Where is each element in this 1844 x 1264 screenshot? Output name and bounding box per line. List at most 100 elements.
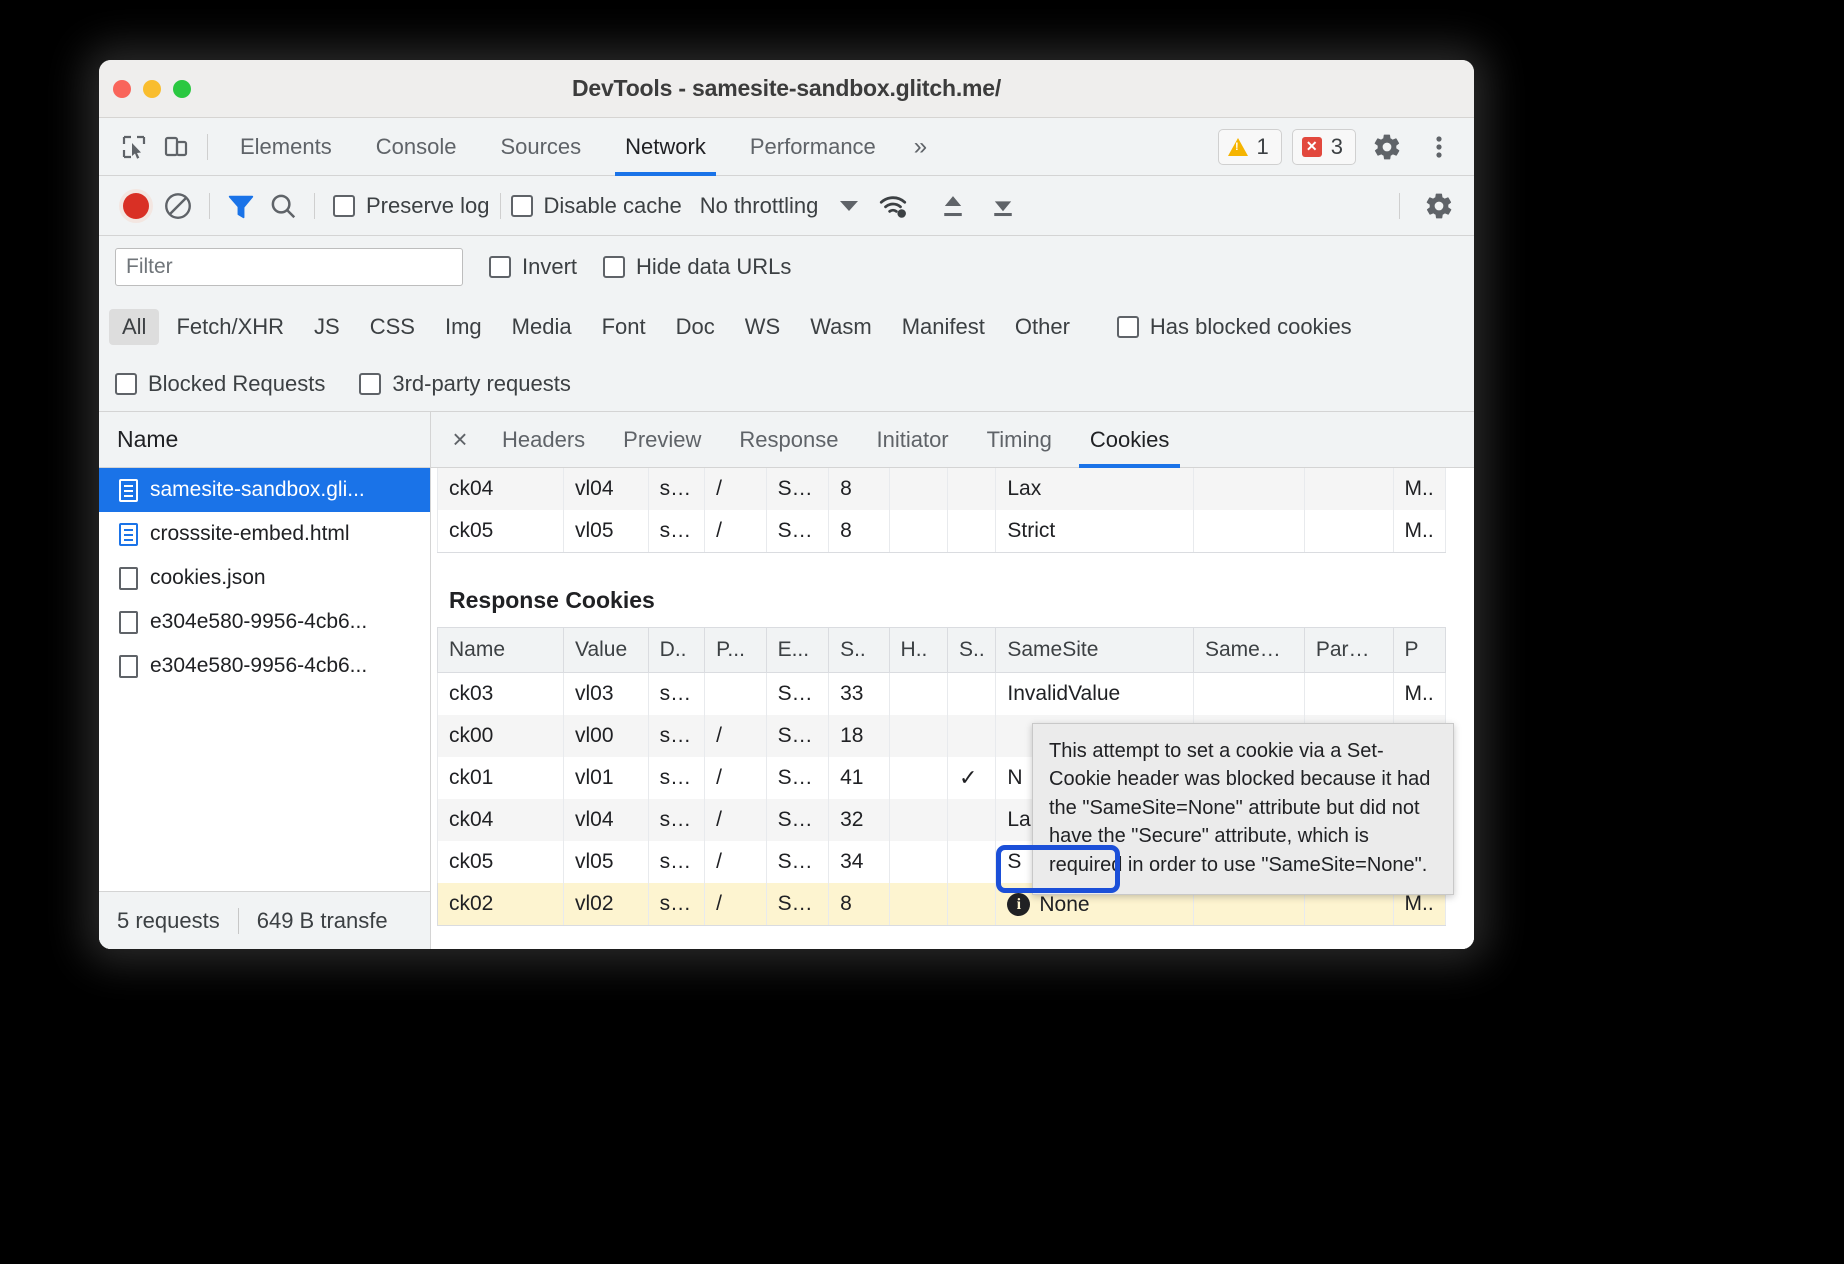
cell-expires: S… xyxy=(766,841,828,883)
cell-samesite: InvalidValue xyxy=(996,673,1194,715)
type-filter-img[interactable]: Img xyxy=(432,309,495,345)
cell-value: vl05 xyxy=(564,841,649,883)
network-settings-gear-icon[interactable] xyxy=(1418,185,1460,227)
col-samepartykey[interactable]: Same… xyxy=(1193,628,1304,673)
cell-expires: S… xyxy=(766,715,828,757)
window-controls[interactable] xyxy=(113,80,191,98)
warning-count-badge[interactable]: 1 xyxy=(1218,129,1282,165)
third-party-requests-checkbox[interactable]: 3rd-party requests xyxy=(359,371,571,397)
record-circle-icon xyxy=(123,193,149,219)
network-conditions-icon[interactable] xyxy=(872,185,914,227)
cell-expires: S… xyxy=(766,673,828,715)
close-window-button[interactable] xyxy=(113,80,131,98)
col-samesite[interactable]: SameSite xyxy=(996,628,1194,673)
tab-headers[interactable]: Headers xyxy=(483,412,604,467)
cell-httponly xyxy=(889,799,947,841)
tab-elements[interactable]: Elements xyxy=(218,118,354,175)
maximize-window-button[interactable] xyxy=(173,80,191,98)
list-item[interactable]: crosssite-embed.html xyxy=(99,512,430,556)
type-filter-fetch-xhr[interactable]: Fetch/XHR xyxy=(163,309,297,345)
close-detail-icon[interactable]: × xyxy=(437,412,483,467)
cell-httponly xyxy=(889,715,947,757)
checkbox-box xyxy=(603,256,625,278)
search-icon[interactable] xyxy=(262,185,304,227)
type-filter-other[interactable]: Other xyxy=(1002,309,1083,345)
error-count-badge[interactable]: ✕ 3 xyxy=(1292,129,1356,165)
tab-sources[interactable]: Sources xyxy=(478,118,603,175)
export-har-icon[interactable] xyxy=(982,185,1024,227)
blocked-requests-checkbox[interactable]: Blocked Requests xyxy=(115,371,325,397)
cell-partition xyxy=(1304,510,1393,552)
list-item[interactable]: e304e580-9956-4cb6... xyxy=(99,644,430,688)
col-secure[interactable]: S.. xyxy=(948,628,996,673)
col-httponly[interactable]: H.. xyxy=(889,628,947,673)
col-name[interactable]: Name xyxy=(438,628,564,673)
list-item[interactable]: e304e580-9956-4cb6... xyxy=(99,600,430,644)
type-filter-js[interactable]: JS xyxy=(301,309,353,345)
list-item[interactable]: samesite-sandbox.gli... xyxy=(99,468,430,512)
throttling-dropdown[interactable]: No throttling xyxy=(700,193,859,219)
filter-funnel-icon[interactable] xyxy=(220,185,262,227)
record-button[interactable] xyxy=(115,185,157,227)
col-path[interactable]: P... xyxy=(705,628,766,673)
disable-cache-checkbox[interactable]: Disable cache xyxy=(511,193,682,219)
table-header-row: Name Value D.. P... E... S.. H.. S.. Sam… xyxy=(438,628,1446,673)
cell-name: ck01 xyxy=(438,757,564,799)
type-filter-doc[interactable]: Doc xyxy=(663,309,728,345)
settings-gear-icon[interactable] xyxy=(1366,126,1408,168)
table-row[interactable]: ck03 vl03 s… S… 33 InvalidValue xyxy=(438,673,1446,715)
more-options-icon[interactable] xyxy=(1418,126,1460,168)
type-filter-ws[interactable]: WS xyxy=(732,309,793,345)
type-filter-manifest[interactable]: Manifest xyxy=(889,309,998,345)
minimize-window-button[interactable] xyxy=(143,80,161,98)
cell-name: ck05 xyxy=(438,510,564,552)
preserve-log-checkbox[interactable]: Preserve log xyxy=(333,193,490,219)
col-partition[interactable]: Par… xyxy=(1304,628,1393,673)
inspect-element-icon[interactable] xyxy=(113,126,155,168)
hide-data-urls-checkbox[interactable]: Hide data URLs xyxy=(603,254,791,280)
more-tabs-button[interactable]: » xyxy=(898,133,941,161)
type-filter-css[interactable]: CSS xyxy=(357,309,428,345)
tab-timing[interactable]: Timing xyxy=(968,412,1071,467)
cell-path xyxy=(705,673,766,715)
detail-tabstrip: × Headers Preview Response Initiator Tim… xyxy=(431,412,1474,468)
type-filter-font[interactable]: Font xyxy=(589,309,659,345)
resource-type-filter-row: All Fetch/XHR JS CSS Img Media Font Doc … xyxy=(99,298,1474,356)
col-priority[interactable]: P xyxy=(1393,628,1445,673)
tab-cookies[interactable]: Cookies xyxy=(1071,412,1188,467)
type-filter-all[interactable]: All xyxy=(109,309,159,345)
samesite-value: None xyxy=(1039,893,1089,917)
clear-log-button[interactable] xyxy=(157,185,199,227)
col-expires[interactable]: E... xyxy=(766,628,828,673)
tab-label: Network xyxy=(625,134,706,160)
tab-response[interactable]: Response xyxy=(720,412,857,467)
invert-checkbox[interactable]: Invert xyxy=(489,254,577,280)
tab-network[interactable]: Network xyxy=(603,118,728,175)
request-name: e304e580-9956-4cb6... xyxy=(150,654,367,678)
filter-input[interactable] xyxy=(115,248,463,286)
type-filter-media[interactable]: Media xyxy=(499,309,585,345)
device-toolbar-icon[interactable] xyxy=(155,126,197,168)
tab-preview[interactable]: Preview xyxy=(604,412,720,467)
table-row[interactable]: ck05 vl05 s… / S… 8 Strict xyxy=(438,510,1446,552)
generic-file-icon xyxy=(119,611,138,634)
table-row[interactable]: ck04 vl04 s… / S… 8 Lax xyxy=(438,468,1446,510)
response-cookies-title: Response Cookies xyxy=(449,587,1474,614)
cell-size: 8 xyxy=(829,510,889,552)
cell-size: 41 xyxy=(829,757,889,799)
tab-label: Console xyxy=(376,134,457,160)
tab-console[interactable]: Console xyxy=(354,118,479,175)
list-item[interactable]: cookies.json xyxy=(99,556,430,600)
tab-performance[interactable]: Performance xyxy=(728,118,898,175)
checkbox-box xyxy=(333,195,355,217)
col-size[interactable]: S.. xyxy=(829,628,889,673)
cell-size: 8 xyxy=(829,468,889,510)
import-har-icon[interactable] xyxy=(932,185,974,227)
col-value[interactable]: Value xyxy=(564,628,649,673)
type-filter-wasm[interactable]: Wasm xyxy=(797,309,885,345)
col-domain[interactable]: D.. xyxy=(648,628,704,673)
tab-label: Performance xyxy=(750,134,876,160)
cell-expires: S… xyxy=(766,799,828,841)
has-blocked-cookies-checkbox[interactable]: Has blocked cookies xyxy=(1117,314,1352,340)
tab-initiator[interactable]: Initiator xyxy=(857,412,967,467)
